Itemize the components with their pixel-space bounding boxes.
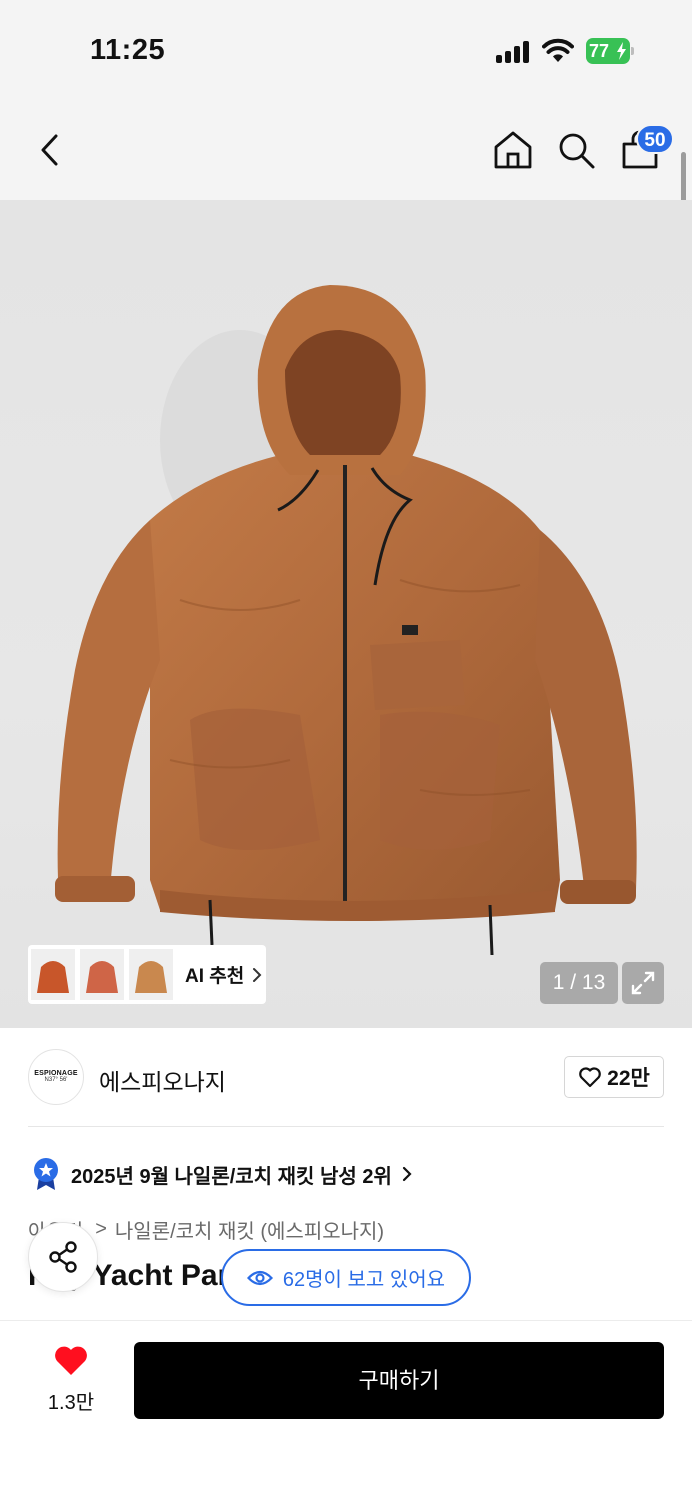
recommendation-thumbnail[interactable] xyxy=(80,949,124,1000)
ai-recommendation-card[interactable]: AI 추천 xyxy=(28,945,266,1004)
expand-image-button[interactable] xyxy=(622,962,664,1004)
product-image xyxy=(55,285,637,956)
share-icon xyxy=(49,1241,77,1273)
heart-filled-icon xyxy=(55,1346,87,1375)
ranking-link[interactable]: 2025년 9월 나일론/코치 재킷 남성 2위 xyxy=(33,1157,412,1191)
ranking-text: 2025년 9월 나일론/코치 재킷 남성 2위 xyxy=(71,1165,392,1188)
share-button[interactable] xyxy=(28,1222,98,1292)
buy-button[interactable]: 구매하기 xyxy=(134,1342,664,1419)
breadcrumb-current[interactable]: 나일론/코치 재킷 (에스피오나지) xyxy=(115,1215,384,1244)
brand-logo[interactable]: ESPIONAGE N37° 56' xyxy=(28,1049,84,1105)
cart-count-badge: 50 xyxy=(636,124,674,154)
product-image-gallery[interactable]: 1 / 13 xyxy=(0,200,692,1028)
image-page-counter: 1 / 13 xyxy=(540,962,618,1004)
ai-recommendation-label: AI 추천 xyxy=(185,966,245,987)
divider xyxy=(28,1126,664,1127)
recommendation-thumbnail[interactable] xyxy=(129,949,173,1000)
viewers-count-text: 62명이 보고 있어요 xyxy=(282,1269,446,1291)
breadcrumb-separator: > xyxy=(95,1218,107,1240)
battery-level: 77 xyxy=(589,41,610,61)
status-time: 11:25 xyxy=(90,34,166,66)
brand-logo-text: ESPIONAGE xyxy=(34,1070,78,1077)
product-like-count: 1.3만 xyxy=(47,1392,95,1414)
heart-outline-icon xyxy=(579,1067,601,1088)
viewers-count-pill: 62명이 보고 있어요 xyxy=(221,1249,471,1306)
recommendation-thumbnail[interactable] xyxy=(31,949,75,1000)
home-icon[interactable] xyxy=(493,130,533,170)
chevron-right-icon xyxy=(402,1166,412,1182)
chevron-right-icon xyxy=(253,967,262,982)
cellular-signal-icon xyxy=(496,41,532,63)
search-icon[interactable] xyxy=(556,130,596,170)
ranking-badge-icon xyxy=(34,1158,58,1190)
product-like-button[interactable]: 1.3만 xyxy=(40,1345,102,1415)
top-bar: 11:25 77 50 xyxy=(0,0,692,200)
battery-icon: 77 xyxy=(586,38,634,64)
wifi-icon xyxy=(542,38,574,62)
brand-logo-subtext: N37° 56' xyxy=(44,1077,68,1083)
eye-icon xyxy=(246,1270,273,1285)
brand-like-button[interactable]: 22만 xyxy=(564,1056,664,1098)
expand-icon xyxy=(631,971,655,995)
brand-name[interactable]: 에스피오나지 xyxy=(99,1063,226,1097)
brand-like-count: 22만 xyxy=(607,1067,650,1090)
back-button[interactable] xyxy=(34,132,68,168)
